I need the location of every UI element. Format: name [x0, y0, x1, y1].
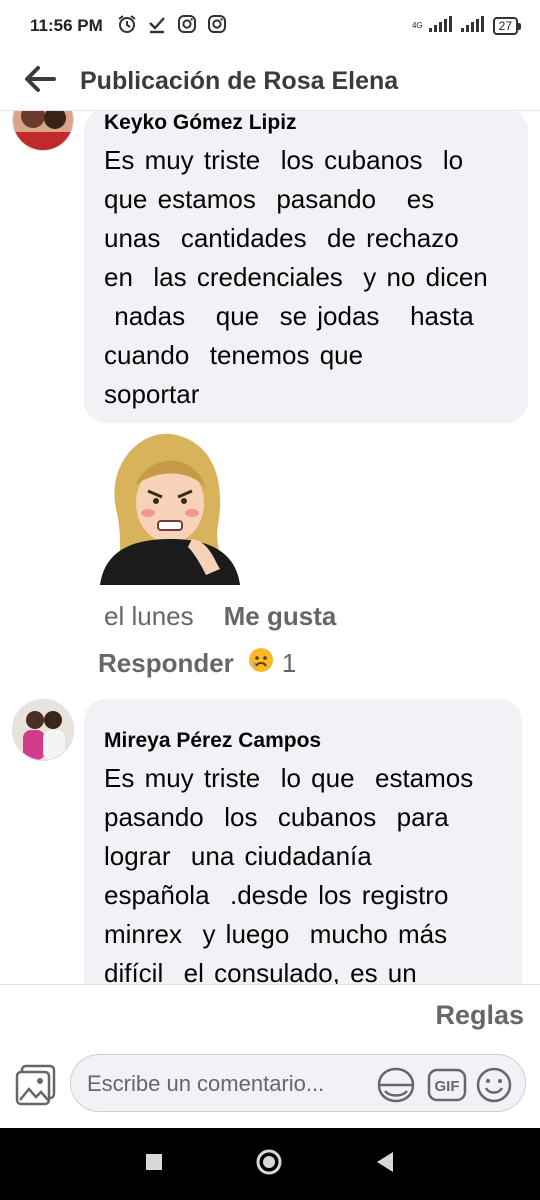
avatar[interactable] [12, 111, 74, 151]
comment-author[interactable]: Mireya Pérez Campos [104, 729, 504, 753]
system-nav-bar [0, 1128, 540, 1200]
avatar[interactable] [12, 699, 74, 761]
like-button[interactable]: Me gusta [224, 601, 337, 632]
comment-bubble: Keyko Gómez Lipiz Es muy triste los cuba… [84, 111, 528, 423]
reply-button[interactable]: Responder [98, 648, 234, 679]
emoji-icon[interactable] [475, 1065, 513, 1105]
photo-icon[interactable] [14, 1064, 58, 1106]
status-bar: 11:56 PM 4G 27 [0, 0, 540, 52]
sticker-icon[interactable] [375, 1065, 417, 1105]
back-arrow-icon [24, 65, 56, 98]
comment-bubble: Mireya Pérez Campos Es muy triste lo que… [84, 699, 522, 984]
signal-icon [460, 15, 487, 37]
instagram-icon [207, 14, 227, 39]
battery-icon: 27 [492, 17, 522, 35]
page-title: Publicación de Rosa Elena [80, 66, 399, 95]
signal-icon [428, 15, 455, 37]
comment-input[interactable]: Escribe un comentario... GIF [70, 1054, 526, 1112]
back-icon[interactable] [375, 1151, 395, 1178]
rules-link[interactable]: Reglas [435, 1000, 524, 1031]
angry-woman-sticker [96, 429, 244, 590]
comment-composer: Escribe un comentario... GIF [0, 1050, 540, 1120]
home-icon[interactable] [255, 1148, 283, 1181]
comment-timestamp[interactable]: el lunes [104, 601, 194, 632]
gif-label: GIF [435, 1078, 460, 1095]
comment-author[interactable]: Keyko Gómez Lipiz [104, 111, 510, 135]
status-right: 4G 27 [411, 15, 522, 37]
recents-icon[interactable] [145, 1153, 163, 1176]
comment-text: Es muy triste los cubanos lo que estamos… [104, 145, 488, 409]
footer-divider [0, 984, 540, 985]
network-label: 4G [411, 21, 423, 30]
gif-icon[interactable]: GIF [427, 1065, 467, 1105]
alarm-icon [117, 14, 137, 39]
status-time: 11:56 PM [30, 16, 103, 35]
status-left: 11:56 PM [30, 14, 227, 39]
sad-face-icon[interactable] [248, 647, 274, 680]
back-button[interactable] [0, 52, 80, 110]
comments-list: Keyko Gómez Lipiz Es muy triste los cuba… [0, 111, 540, 984]
comment-actions: el lunes Me gusta [104, 601, 336, 632]
app-header: Publicación de Rosa Elena [0, 52, 540, 111]
download-done-icon [147, 14, 167, 39]
instagram-icon [177, 14, 197, 39]
reaction-count: 1 [281, 648, 297, 678]
reply-row: Responder 1 [98, 647, 296, 680]
comment-text: Es muy triste lo que estamos pasando los… [104, 763, 474, 984]
comment-input-placeholder: Escribe un comentario... [87, 1071, 325, 1096]
